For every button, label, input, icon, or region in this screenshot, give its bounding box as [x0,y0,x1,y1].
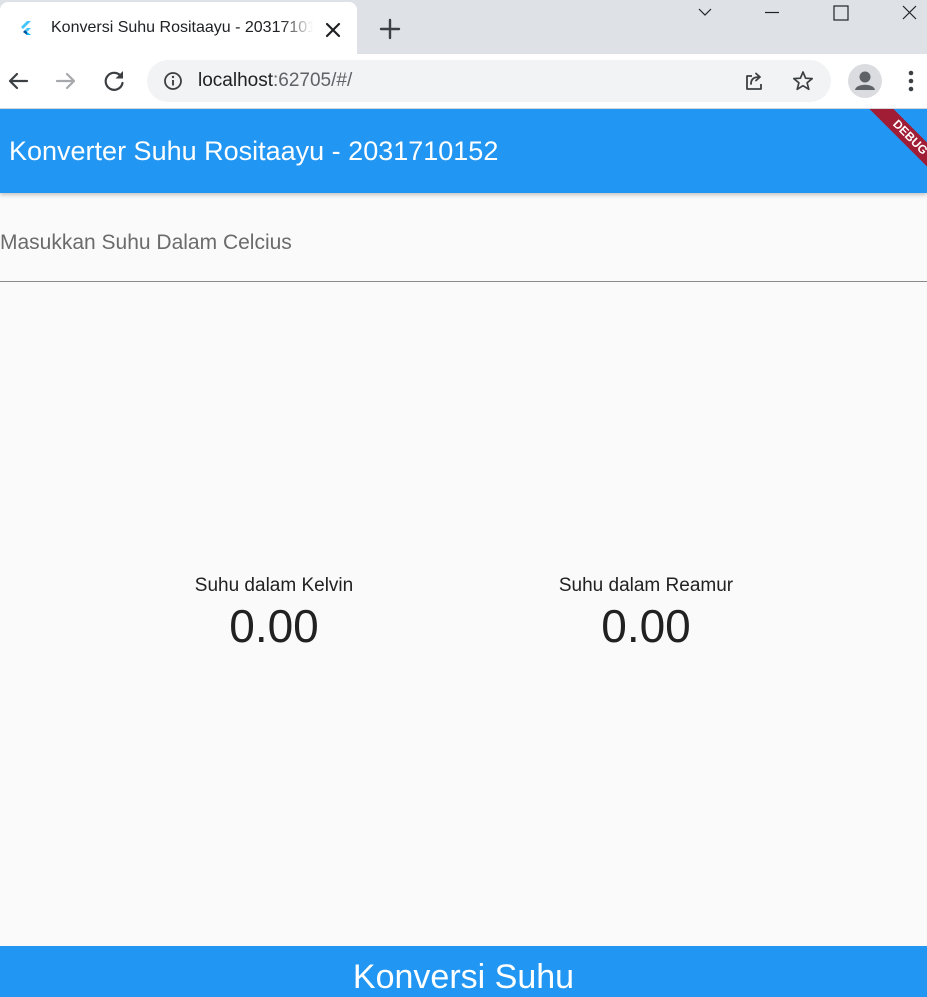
flutter-logo-icon [21,21,31,35]
more-vert-icon[interactable] [900,68,922,94]
browser-toolbar: localhost:62705/#/ [0,54,927,109]
arrow-right-icon[interactable] [51,66,81,96]
celsius-input-label[interactable]: Masukkan Suhu Dalam Celcius [0,229,292,257]
tab-title: Konversi Suhu Rositaayu - 2031710152 [51,19,313,36]
celsius-input-underline[interactable] [0,281,927,282]
address-bar[interactable]: localhost:62705/#/ [147,60,831,102]
reamur-label: Suhu dalam Reamur [558,575,734,596]
debug-banner: DEBUG [861,109,927,186]
app-title: Konverter Suhu Rositaayu - 2031710152 [9,136,499,166]
close-icon[interactable] [322,19,344,41]
kelvin-label: Suhu dalam Kelvin [194,575,354,596]
reload-icon[interactable] [99,66,129,96]
browser-tab-strip: Konversi Suhu Rositaayu - 2031710152 [0,0,927,54]
minimize-icon[interactable] [749,0,795,28]
close-icon[interactable] [887,0,927,28]
convert-button-label: Konversi Suhu [352,958,575,996]
maximize-icon[interactable] [818,0,864,28]
profile-avatar[interactable] [848,64,882,98]
url-path: :62705/#/ [273,70,353,91]
reamur-result: Suhu dalam Reamur 0.00 [496,572,796,652]
person-icon [855,71,875,90]
url-text: localhost:62705/#/ [198,71,352,91]
arrow-left-icon[interactable] [3,66,33,96]
kelvin-value: 0.00 [229,600,319,652]
url-host: localhost [198,70,273,91]
info-icon[interactable] [163,71,183,91]
convert-button[interactable]: Konversi Suhu [0,946,927,997]
kelvin-result: Suhu dalam Kelvin 0.00 [124,572,424,652]
plus-icon[interactable] [377,16,403,42]
browser-tab[interactable]: Konversi Suhu Rositaayu - 2031710152 [0,2,357,54]
share-icon[interactable] [743,70,765,92]
reamur-value: 0.00 [601,600,691,652]
chevron-down-icon[interactable] [682,0,728,28]
star-icon[interactable] [792,70,814,92]
app-bar: Konverter Suhu Rositaayu - 2031710152 DE… [0,109,927,193]
